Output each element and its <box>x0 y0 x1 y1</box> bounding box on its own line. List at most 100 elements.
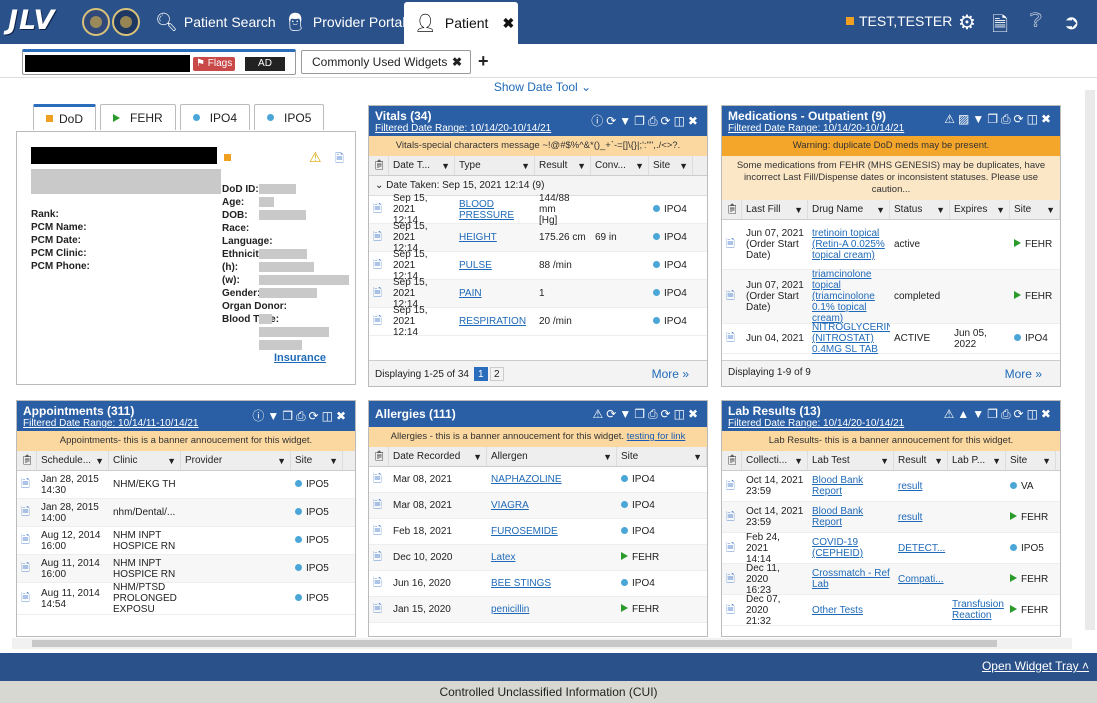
table-cell[interactable] <box>948 578 1006 580</box>
add-tab-icon[interactable]: + <box>478 51 489 72</box>
filter-icon[interactable]: ▼ <box>329 456 338 466</box>
table-cell[interactable]: RESPIRATION <box>455 315 535 328</box>
more-link[interactable]: More » <box>1005 367 1042 381</box>
document-icon[interactable]: 🗎︎ <box>369 577 389 590</box>
table-row[interactable]: 🗎︎ Jan 28, 2015 14:00 nhm/Dental/... IPO5 <box>17 499 355 527</box>
column-header[interactable]: Site ▼ <box>1006 451 1056 470</box>
table-row[interactable]: 🗎︎ Oct 14, 2021 23:59 Blood Bank Report res… <box>722 471 1060 502</box>
tab-ipo4[interactable]: IPO4 <box>179 104 251 130</box>
document-icon[interactable]: 🗎︎ <box>722 573 742 586</box>
document-icon[interactable]: 🗎︎ <box>369 315 389 328</box>
table-cell[interactable]: Blood Bank Report <box>808 474 894 498</box>
filter-icon[interactable]: ▼ <box>95 456 104 466</box>
table-cell[interactable]: Blood Bank Report <box>808 505 894 529</box>
column-header[interactable]: Provider ▼ <box>181 451 291 470</box>
column-header[interactable]: Drug Name ▼ <box>808 200 890 219</box>
document-icon[interactable]: 🗎︎ <box>369 473 389 486</box>
open-widget-tray-link[interactable]: Open Widget Tray ˄ <box>982 659 1089 673</box>
table-cell[interactable]: PULSE <box>455 259 535 272</box>
table-cell[interactable]: Compati... <box>894 573 948 586</box>
logout-icon[interactable]: ➲ <box>1063 10 1080 35</box>
document-icon[interactable]: 🗎︎ <box>369 551 389 564</box>
insurance-link[interactable]: Insurance <box>274 352 326 364</box>
table-cell[interactable]: VIAGRA <box>487 499 617 512</box>
close-icon[interactable]: ✖ <box>452 51 462 73</box>
filter-icon[interactable]: ▼ <box>876 205 885 215</box>
filter-icon[interactable]: ▼ <box>473 452 482 462</box>
table-cell[interactable] <box>894 609 948 611</box>
filter-icon[interactable]: ▼ <box>167 456 176 466</box>
user-name[interactable]: TEST,TESTER <box>846 13 952 29</box>
filter-icon[interactable]: ▼ <box>277 456 286 466</box>
column-header[interactable]: Result ▼ <box>535 156 591 175</box>
table-row[interactable]: 🗎︎ Jan 28, 2015 14:30 NHM/EKG TH IPO5 <box>17 471 355 499</box>
table-row[interactable]: 🗎︎ Feb 18, 2021 FUROSEMIDE IPO4 <box>369 519 707 545</box>
filter-icon[interactable]: ▼ <box>934 456 943 466</box>
table-row[interactable]: 🗎︎ Dec 11, 2020 16:23 Crossmatch - Ref Lab… <box>722 563 1060 596</box>
tab-fehr[interactable]: FEHR <box>100 104 176 130</box>
column-header[interactable]: Site ▼ <box>291 451 343 470</box>
table-row[interactable]: 🗎︎ Jun 16, 2020 BEE STINGS IPO4 <box>369 571 707 597</box>
filter-icon[interactable]: ▼ <box>996 205 1005 215</box>
document-icon[interactable]: 🗎︎ <box>722 542 742 555</box>
document-icon[interactable]: 🗎︎ <box>369 231 389 244</box>
table-cell[interactable]: result <box>894 480 948 493</box>
column-header[interactable]: Clinic ▼ <box>109 451 181 470</box>
table-cell[interactable]: BEE STINGS <box>487 577 617 590</box>
column-header[interactable]: Schedule... ▼ <box>37 451 109 470</box>
filter-icon[interactable]: ▼ <box>521 161 530 171</box>
page-scrollbar[interactable] <box>1085 90 1095 630</box>
table-cell[interactable]: NITROGLYCERIN (NITROSTAT) 0.4MG SL TAB <box>808 321 890 356</box>
more-link[interactable]: More » <box>652 367 689 381</box>
table-cell[interactable]: FUROSEMIDE <box>487 525 617 538</box>
column-picker-icon[interactable]: 📋︎ <box>369 156 389 175</box>
widget-toolbar-icons[interactable]: ⓘ▼❐⎙⟳◫✖ <box>252 407 349 424</box>
document-icon[interactable]: 🗎︎ <box>992 10 1008 44</box>
widget-toolbar-icons[interactable]: ⚠▨▼❐⎙⟳◫✖ <box>944 112 1054 127</box>
table-row[interactable]: 🗎︎ Oct 14, 2021 23:59 Blood Bank Report res… <box>722 502 1060 533</box>
document-icon[interactable]: 🗎︎ <box>369 203 389 216</box>
table-cell[interactable] <box>948 516 1006 518</box>
filter-icon[interactable]: ▼ <box>693 452 702 462</box>
table-cell[interactable] <box>948 547 1006 549</box>
widget-toolbar-icons[interactable]: ⚠▲▼❐⎙⟳◫✖ <box>944 407 1054 422</box>
patient-info-tab[interactable]: ⚑ Flags AD <box>22 49 296 75</box>
table-row[interactable]: 🗎︎ Dec 07, 2020 21:32 Other Tests Transfusi… <box>722 594 1060 627</box>
page-2-button[interactable]: 2 <box>489 367 504 381</box>
document-icon[interactable]: 🗎︎ <box>17 478 37 491</box>
column-header[interactable]: Site ▼ <box>1010 200 1060 219</box>
document-icon[interactable]: 🗎︎ <box>369 259 389 272</box>
gear-icon[interactable]: ⚙ <box>958 10 976 35</box>
document-icon[interactable]: 🗎︎ <box>369 287 389 300</box>
column-header[interactable]: Lab P... ▼ <box>948 451 1006 470</box>
table-row[interactable]: 🗎︎ Dec 10, 2020 Latex FEHR <box>369 545 707 571</box>
filter-icon[interactable]: ▼ <box>577 161 586 171</box>
column-header[interactable]: Conv... ▼ <box>591 156 649 175</box>
filter-icon[interactable]: ▼ <box>794 205 803 215</box>
document-icon[interactable]: 🗎︎ <box>722 604 742 617</box>
table-row[interactable]: 🗎︎ Aug 12, 2014 16:00 NHM INPT HOSPICE RN I… <box>17 527 355 555</box>
table-cell[interactable]: NAPHAZOLINE <box>487 473 617 486</box>
column-header[interactable]: Expires ▼ <box>950 200 1010 219</box>
table-cell[interactable] <box>948 485 1006 487</box>
help-icon[interactable]: ❔︎ <box>1030 10 1042 33</box>
table-cell[interactable]: penicillin <box>487 603 617 616</box>
column-header[interactable]: Allergen ▼ <box>487 447 617 466</box>
table-row[interactable]: 🗎︎ Jun 07, 2021 (Order Start Date) tretino… <box>722 220 1060 270</box>
table-cell[interactable]: tretinoin topical (Retin-A 0.025% topica… <box>808 227 890 262</box>
column-header[interactable]: Site ▼ <box>649 156 693 175</box>
document-icon[interactable]: 🗎︎ <box>722 511 742 524</box>
flags-badge[interactable]: ⚑ Flags <box>193 57 236 71</box>
filter-icon[interactable]: ▼ <box>441 161 450 171</box>
column-header[interactable]: Lab Test ▼ <box>808 451 894 470</box>
tab-ipo5[interactable]: IPO5 <box>254 104 325 130</box>
column-picker-icon[interactable]: 📋︎ <box>369 447 389 466</box>
table-cell[interactable]: Transfusion Reaction <box>948 598 1006 622</box>
banner-link[interactable]: testing for link <box>627 431 686 442</box>
table-row[interactable]: 🗎︎ Jun 07, 2021 (Order Start Date) triamci… <box>722 269 1060 324</box>
filter-icon[interactable]: ▼ <box>992 456 1001 466</box>
document-icon[interactable]: 🗎︎ <box>17 506 37 519</box>
document-icon[interactable]: 🗎︎ <box>369 603 389 616</box>
document-icon[interactable]: 🗎︎ <box>369 499 389 512</box>
column-header[interactable]: Type ▼ <box>455 156 535 175</box>
